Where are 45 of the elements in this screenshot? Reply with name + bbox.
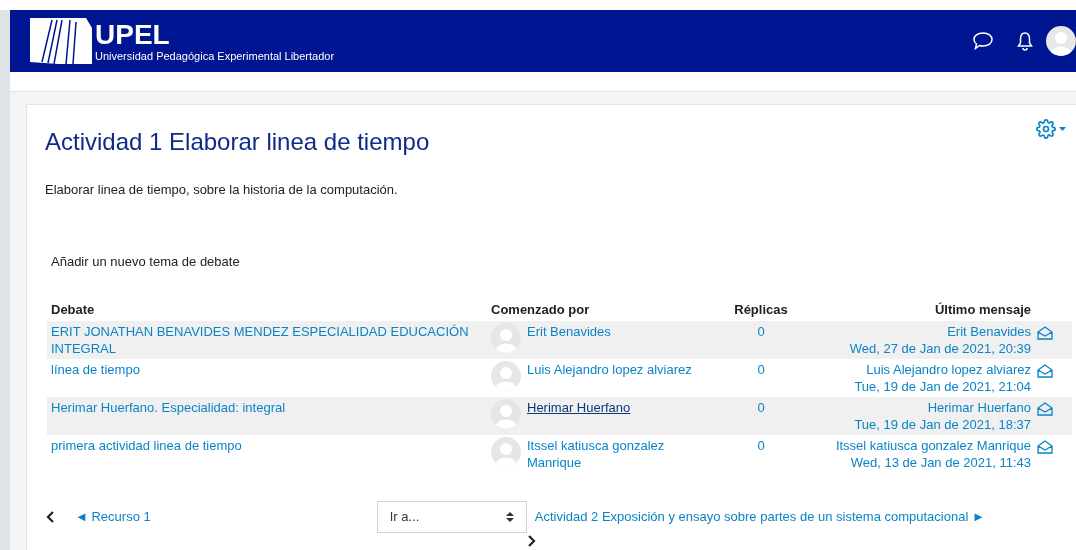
author-link[interactable]: Herimar Huerfano — [527, 399, 631, 416]
author-link[interactable]: Itssel katiusca gonzalez Manrique — [527, 437, 711, 471]
column-header: Último mensaje — [933, 300, 1031, 319]
caret-icon — [505, 512, 514, 522]
logo-icon — [30, 18, 92, 64]
next-activity-link[interactable]: Actividad 2 Exposición y ensayo sobre partes de un sistema computacional ► — [534, 507, 985, 527]
jump-to-select[interactable]: Ir a... — [376, 501, 527, 533]
previous-activity-link[interactable]: ◄ Recurso 1 — [75, 507, 151, 527]
reply-count[interactable]: 0 — [711, 399, 811, 416]
settings-icon — [1036, 119, 1056, 139]
envelope-icon[interactable] — [1037, 364, 1053, 378]
reply-count[interactable]: 0 — [711, 437, 811, 454]
caret-icon — [1059, 126, 1066, 132]
author-link[interactable]: Erit Benavides — [527, 323, 611, 340]
author-link[interactable]: Luis Alejandro lopez alviarez — [527, 361, 692, 378]
last-post-date[interactable]: Wed, 13 de Jan de 2021, 11:43 — [850, 454, 1031, 471]
user-avatar-icon[interactable] — [1046, 26, 1076, 56]
last-post-author[interactable]: Erit Benavides — [947, 323, 1031, 340]
last-post-date[interactable]: Tue, 19 de Jan de 2021, 21:04 — [854, 378, 1031, 395]
add-topic-button[interactable]: Añadir un nuevo tema de debate — [51, 249, 240, 273]
last-post-author[interactable]: Itssel katiusca gonzalez Manrique — [835, 437, 1031, 454]
column-header: Debate — [50, 300, 96, 319]
activity-description: Elaborar linea de tiempo, sobre la historia de la computación. — [45, 181, 399, 199]
last-post-author[interactable]: Herimar Huerfano — [927, 399, 1031, 416]
column-header: Comenzado por — [491, 300, 591, 319]
last-post-date[interactable]: Tue, 19 de Jan de 2021, 18:37 — [854, 416, 1031, 433]
envelope-icon[interactable] — [1037, 440, 1053, 454]
topic-link[interactable]: Herimar Huerfano. Especialidad: integral — [47, 399, 491, 416]
reply-count[interactable]: 0 — [711, 361, 811, 378]
chevron-left-icon[interactable] — [45, 511, 55, 523]
last-post-author[interactable]: Luis Alejandro lopez alviarez — [866, 361, 1031, 378]
logo-text: UPEL — [95, 20, 171, 49]
envelope-icon[interactable] — [1037, 402, 1053, 416]
chat-icon[interactable] — [972, 31, 994, 51]
bell-icon[interactable] — [1016, 31, 1034, 51]
topic-link[interactable]: línea de tiempo — [47, 361, 491, 378]
settings-menu-button[interactable] — [1036, 119, 1066, 139]
column-header: Réplicas — [733, 300, 789, 319]
envelope-icon[interactable] — [1037, 326, 1053, 340]
page-title: Actividad 1 Elaborar linea de tiempo — [45, 127, 431, 157]
last-post-date[interactable]: Wed, 27 de Jan de 2021, 20:39 — [849, 340, 1031, 357]
topic-link[interactable]: primera actividad linea de tiempo — [47, 437, 491, 454]
logo-subtitle: Universidad Pedagógica Experimental Libertador — [95, 50, 335, 62]
reply-count[interactable]: 0 — [711, 323, 811, 340]
chevron-right-icon[interactable] — [526, 535, 537, 547]
